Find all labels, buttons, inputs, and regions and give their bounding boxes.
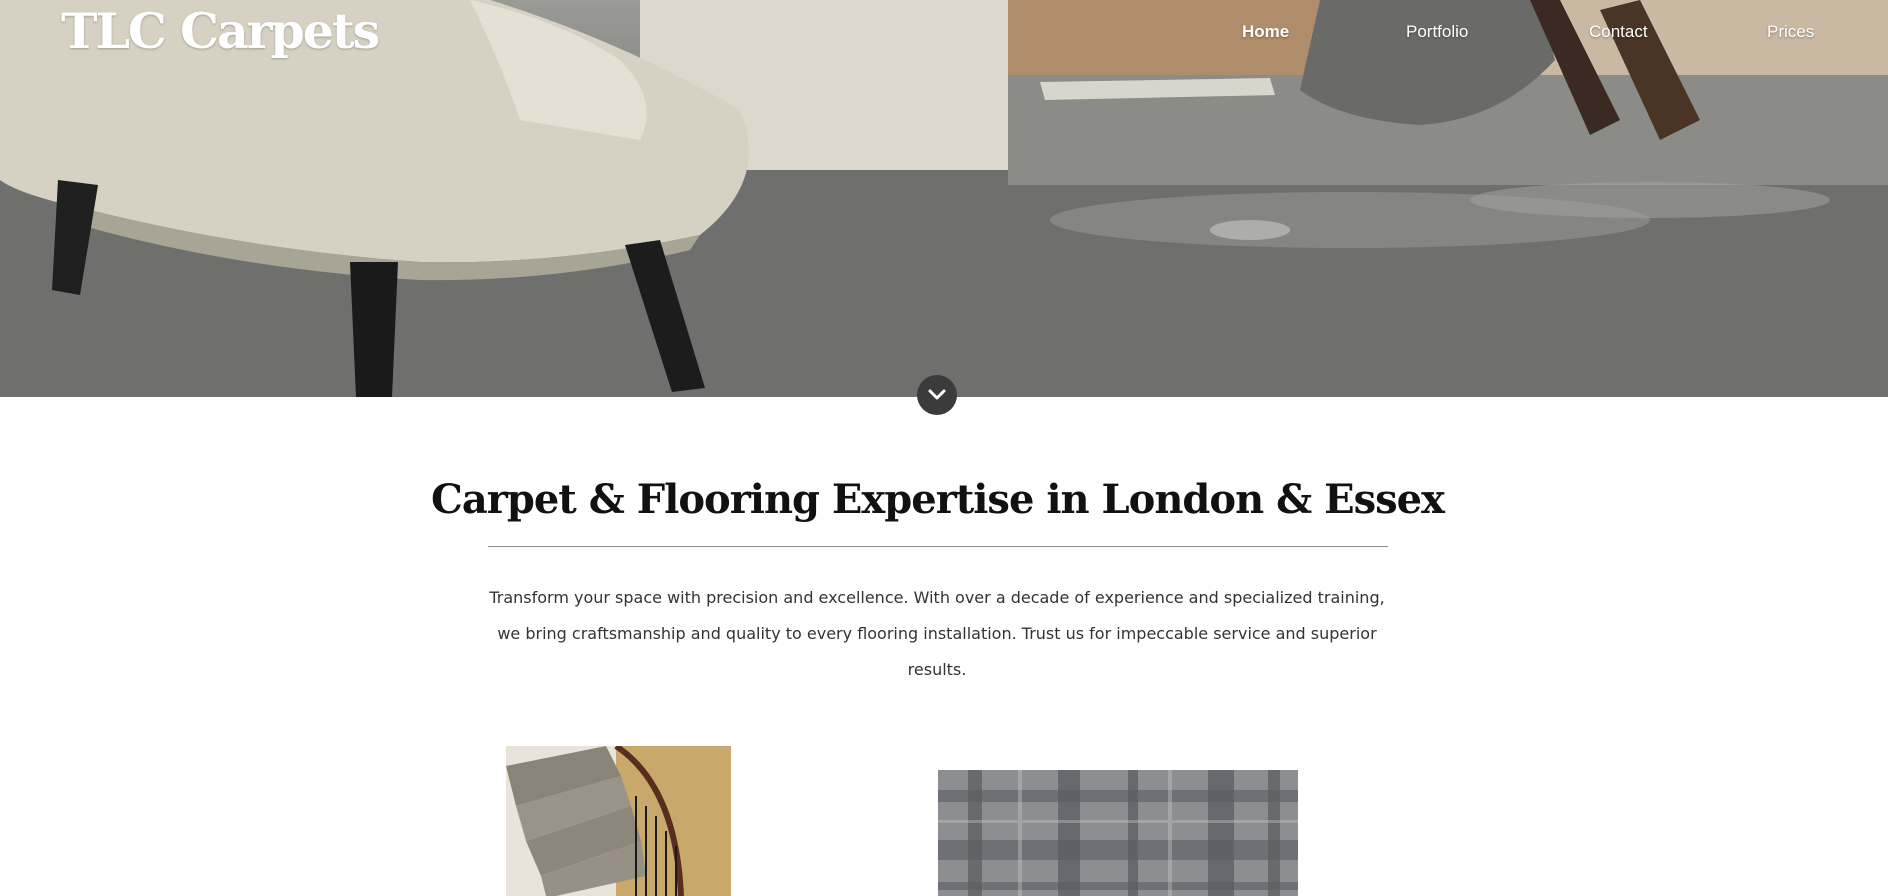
scroll-down-button[interactable]: [917, 375, 957, 415]
staircase-carpet-photo: [506, 746, 731, 896]
nav-prices[interactable]: Prices: [1767, 22, 1814, 42]
main-nav: Home Portfolio Contact Prices: [0, 22, 1888, 46]
tartan-carpet-photo: [938, 770, 1298, 896]
nav-contact[interactable]: Contact: [1589, 22, 1648, 42]
nav-portfolio[interactable]: Portfolio: [1406, 22, 1468, 42]
chevron-down-icon: [927, 388, 947, 402]
hero-banner: TLC Carpets Home Portfolio Contact Price…: [0, 0, 1888, 397]
section-heading: Carpet & Flooring Expertise in London & …: [431, 476, 1445, 523]
heading-divider: [488, 546, 1388, 547]
intro-paragraph: Transform your space with precision and …: [489, 588, 1385, 679]
nav-home[interactable]: Home: [1242, 22, 1289, 42]
